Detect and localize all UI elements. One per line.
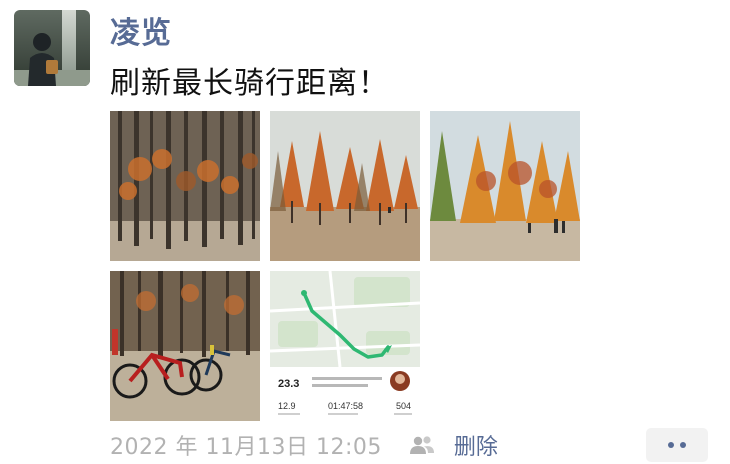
ride-duration: 01:47:58 xyxy=(328,401,363,411)
delete-link[interactable]: 删除 xyxy=(454,429,498,461)
ride-stat-3: 504 xyxy=(396,401,411,411)
post-text: 刷新最长骑行距离！ xyxy=(110,66,389,101)
ride-stat-1: 12.9 xyxy=(278,401,296,411)
ride-distance: 23.3 xyxy=(278,378,299,390)
photo-grid: 23.3 12.9 01:47:58 504 xyxy=(110,111,580,421)
photo-route-map[interactable]: 23.3 12.9 01:47:58 504 xyxy=(270,271,420,421)
post-timestamp: 2022 年 11月13日 12:05 xyxy=(110,435,382,460)
photo-forest-2[interactable] xyxy=(270,111,420,261)
more-dots-icon xyxy=(668,442,686,448)
photo-forest-1[interactable] xyxy=(110,111,260,261)
username[interactable]: 凌览 xyxy=(110,8,172,52)
photo-forest-3[interactable] xyxy=(430,111,580,261)
avatar[interactable] xyxy=(14,10,90,86)
post-meta-row: 2022 年 11月13日 12:05 删除 xyxy=(110,430,498,460)
more-button[interactable] xyxy=(646,428,708,462)
avatar-image xyxy=(14,10,90,86)
people-icon[interactable] xyxy=(408,434,436,456)
photo-bikes[interactable] xyxy=(110,271,260,421)
